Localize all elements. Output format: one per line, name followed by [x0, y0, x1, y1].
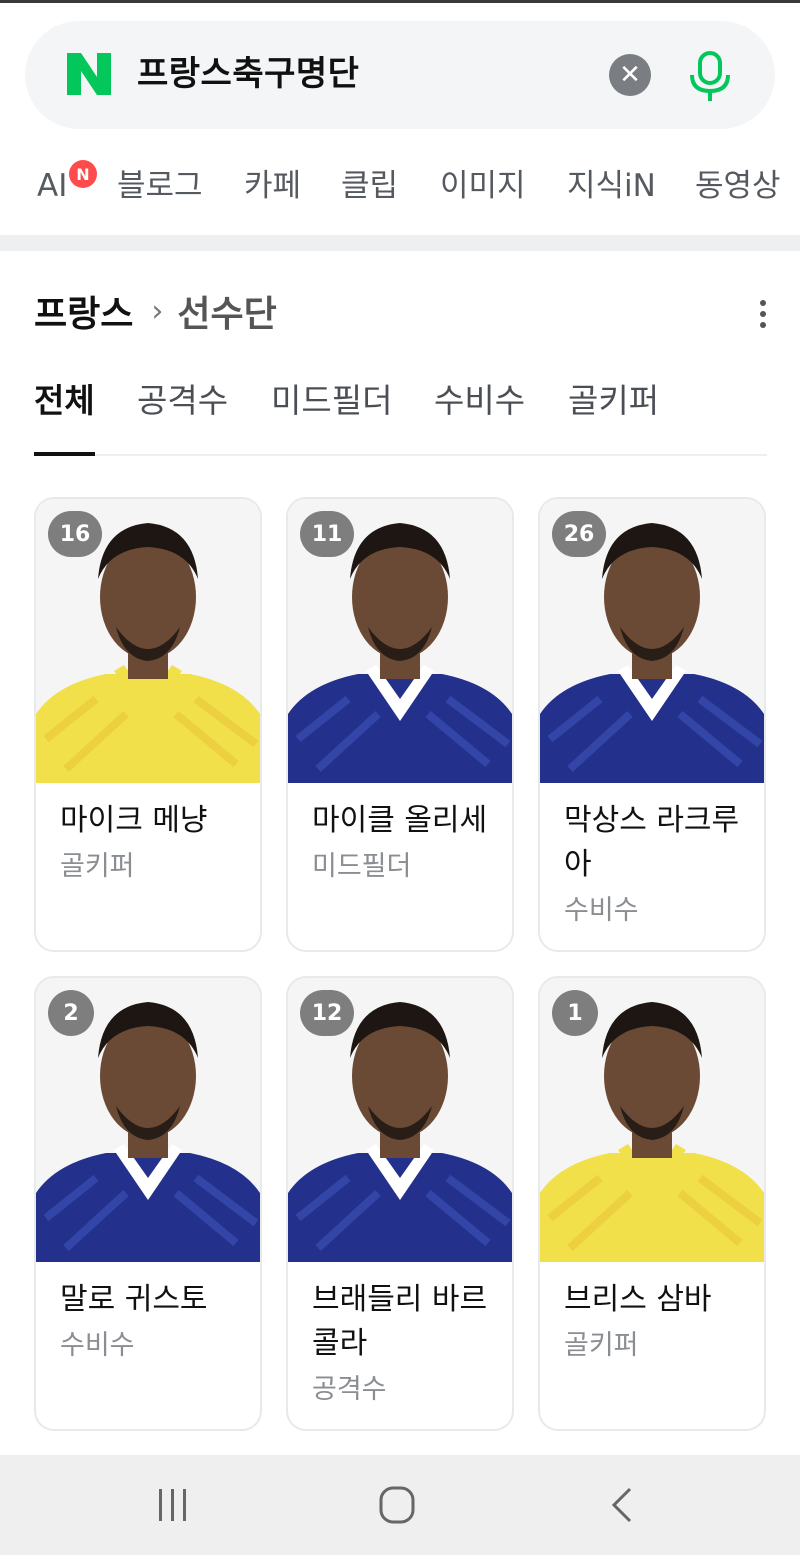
- player-card[interactable]: 1 브리스 삼바 골키퍼: [538, 976, 766, 1431]
- breadcrumb-section-title: 선수단: [177, 294, 277, 335]
- mic-icon[interactable]: [683, 49, 737, 103]
- player-name: 브리스 삼바: [564, 1282, 712, 1317]
- status-line: [0, 0, 800, 3]
- home-icon[interactable]: [372, 1483, 422, 1527]
- tab-ai-label: AI: [37, 168, 68, 204]
- tab-midfielder[interactable]: 미드필더: [271, 376, 392, 426]
- jersey-number-badge: 2: [48, 990, 94, 1036]
- tab-goalkeeper[interactable]: 골키퍼: [568, 376, 659, 426]
- player-name: 브래들리 바르콜라: [312, 1282, 488, 1361]
- player-name: 막상스 라크루아: [564, 803, 740, 882]
- player-card[interactable]: 11 마이클 올리세 미드필더: [286, 497, 514, 952]
- tab-forward[interactable]: 공격수: [137, 376, 228, 426]
- player-position: 수비수: [60, 1330, 135, 1361]
- player-name: 마이클 올리세: [312, 803, 488, 838]
- player-position: 수비수: [564, 895, 639, 926]
- more-options-icon[interactable]: [752, 296, 774, 332]
- player-card[interactable]: 2 말로 귀스토 수비수: [34, 976, 262, 1431]
- tab-clip[interactable]: 클립: [341, 164, 398, 208]
- tab-all[interactable]: 전체: [34, 376, 95, 426]
- tab-kin[interactable]: 지식iN: [567, 164, 656, 208]
- new-badge: N: [69, 160, 97, 188]
- tab-image[interactable]: 이미지: [440, 164, 526, 208]
- player-name: 말로 귀스토: [60, 1282, 208, 1317]
- jersey-number-badge: 12: [300, 990, 354, 1036]
- tab-blog[interactable]: 블로그: [117, 164, 203, 208]
- chevron-right-icon: ›: [151, 293, 164, 329]
- tab-ai[interactable]: AI: [37, 164, 67, 208]
- section-divider: [0, 235, 800, 251]
- close-icon: ✕: [619, 60, 641, 90]
- player-card[interactable]: 16 마이크 메냥 골키퍼: [34, 497, 262, 952]
- tab-cafe[interactable]: 카페: [244, 164, 301, 208]
- naver-logo-icon[interactable]: [65, 51, 113, 97]
- tabs-divider: [34, 454, 767, 456]
- player-position: 미드필더: [312, 851, 412, 882]
- jersey-number-badge: 26: [552, 511, 606, 557]
- player-position: 골키퍼: [564, 1330, 639, 1361]
- player-position: 골키퍼: [60, 851, 135, 882]
- active-tab-indicator: [34, 452, 95, 456]
- recent-apps-icon[interactable]: [148, 1483, 198, 1527]
- position-filter-tabs: 전체 공격수 미드필더 수비수 골키퍼: [0, 376, 800, 456]
- jersey-number-badge: 11: [300, 511, 354, 557]
- player-name: 마이크 메냥: [60, 803, 208, 838]
- player-card[interactable]: 26 막상스 라크루아 수비수: [538, 497, 766, 952]
- player-card[interactable]: 12 브래들리 바르콜라 공격수: [286, 976, 514, 1431]
- tab-video[interactable]: 동영상: [695, 164, 781, 208]
- search-input[interactable]: 프랑스축구명단: [137, 51, 359, 97]
- back-icon[interactable]: [598, 1483, 648, 1527]
- search-category-tabs: AI N 블로그 카페 클립 이미지 지식iN 동영상: [0, 160, 800, 212]
- system-navigation-bar: [0, 1455, 800, 1555]
- breadcrumb: 프랑스 › 선수단: [34, 286, 277, 336]
- search-bar[interactable]: 프랑스축구명단 ✕: [25, 21, 775, 129]
- tab-defender[interactable]: 수비수: [434, 376, 525, 426]
- player-position: 공격수: [312, 1374, 387, 1405]
- jersey-number-badge: 1: [552, 990, 598, 1036]
- jersey-number-badge: 16: [48, 511, 102, 557]
- breadcrumb-country[interactable]: 프랑스: [34, 285, 133, 337]
- clear-search-button[interactable]: ✕: [609, 54, 651, 96]
